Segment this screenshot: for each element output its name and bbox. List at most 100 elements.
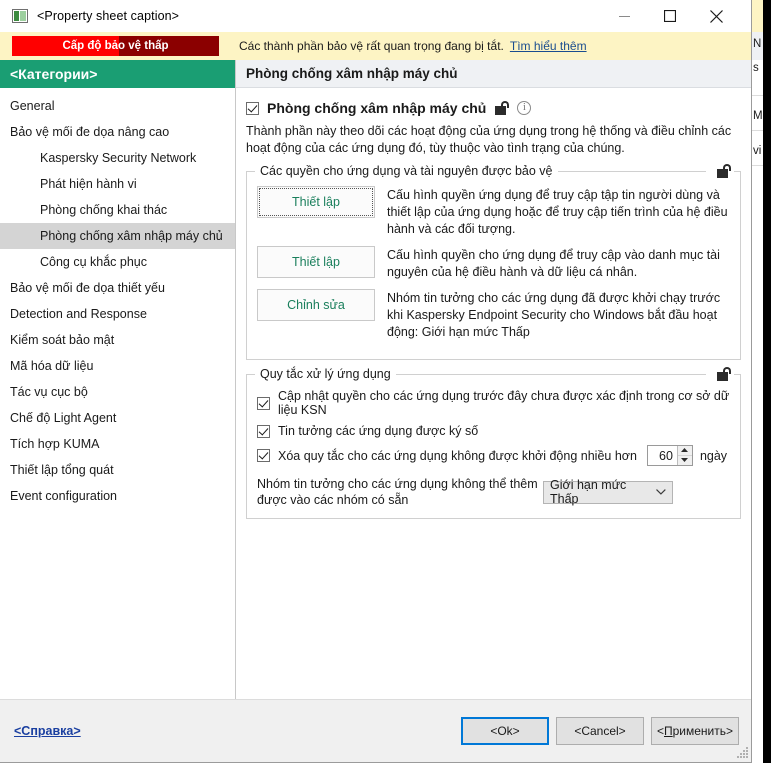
sidebar-item-label: Event configuration [10, 489, 118, 503]
unlocked-padlock-icon[interactable] [495, 101, 510, 115]
background-text-fragment-3: vi [753, 145, 762, 157]
dialog-footer: <Справка> <Ok> <Cancel> < Применить> [0, 699, 751, 762]
categories-list: General Bảo vệ mối đe dọa nâng cao Kaspers… [0, 88, 235, 509]
learn-more-link[interactable]: Tìm hiểu thêm [510, 39, 587, 53]
close-icon [709, 9, 723, 23]
resize-grip-icon[interactable] [736, 747, 749, 760]
delete-stale-rules-label: Xóa quy tắc cho các ứng dụng không được … [278, 448, 637, 463]
sidebar-item-7[interactable]: Bảo vệ mối đe dọa thiết yếu [0, 275, 235, 301]
update-permissions-checkbox[interactable] [257, 396, 270, 410]
permission-row-2: Chỉnh sửa Nhóm tin tưởng cho các ứng dụng… [257, 289, 730, 341]
categories-sidebar: <Категории> General Bảo vệ mối đe dọa nân… [0, 60, 236, 699]
permission-button-1[interactable]: Thiết lập [257, 246, 375, 278]
help-link[interactable]: <Справка> [14, 724, 81, 738]
status-banner: Cấp độ bảo vệ thấp Các thành phần bảo vệ… [0, 32, 751, 60]
sidebar-item-label: Bảo vệ mối đe dọa nâng cao [10, 125, 170, 139]
minimize-icon [618, 15, 630, 17]
sidebar-item-3[interactable]: Phát hiện hành vi [0, 171, 235, 197]
protection-level-badge: Cấp độ bảo vệ thấp [12, 36, 219, 56]
maximize-button[interactable] [647, 0, 693, 32]
sidebar-item-label: Tích hợp KUMA [10, 437, 100, 451]
days-value[interactable]: 60 [648, 446, 677, 465]
rules-groupbox-legend: Quy tắc xử lý ứng dụng [255, 367, 396, 381]
stepper-down-icon[interactable] [678, 456, 692, 466]
maximize-icon [664, 10, 676, 22]
sidebar-item-label: Kaspersky Security Network [40, 151, 197, 165]
sidebar-item-12[interactable]: Chế độ Light Agent [0, 405, 235, 431]
permission-button-0[interactable]: Thiết lập [257, 186, 375, 218]
sidebar-item-13[interactable]: Tích hợp KUMA [0, 431, 235, 457]
rule-checkbox-row-2[interactable]: Xóa quy tắc cho các ứng dụng không được … [257, 445, 730, 466]
permission-row-0: Thiết lập Cấu hình quyền ứng dụng để truy… [257, 186, 730, 238]
sidebar-item-5[interactable]: Phòng chống xâm nhập máy chủ [0, 223, 235, 249]
background-text-fragment-1: s [753, 62, 759, 74]
sidebar-item-label: Phòng chống khai thác [40, 203, 168, 217]
sidebar-item-0[interactable]: General [0, 93, 235, 119]
sidebar-item-label: Bảo vệ mối đe dọa thiết yếu [10, 281, 165, 295]
permissions-groupbox-lock[interactable] [706, 164, 734, 183]
component-description: Thành phần này theo dõi các hoạt động củ… [246, 124, 732, 155]
apply-prefix: < [656, 724, 664, 738]
sidebar-item-label: Phát hiện hành vi [40, 177, 137, 191]
days-unit-label: ngày [699, 448, 728, 463]
enable-component-checkbox[interactable] [246, 101, 259, 115]
delete-stale-rules-checkbox[interactable] [257, 449, 270, 462]
permission-description-1: Cấu hình quyền cho ứng dụng để truy cập … [387, 248, 720, 279]
rule-checkbox-row-1[interactable]: Tin tưởng các ứng dụng được ký số [257, 424, 730, 438]
apply-button[interactable]: < Применить> [651, 717, 739, 745]
sidebar-item-label: Mã hóa dữ liệu [10, 359, 94, 373]
cancel-button[interactable]: <Cancel> [556, 717, 644, 745]
sidebar-item-label: Kiểm soát bảo mật [10, 333, 115, 347]
enable-component-label: Phòng chống xâm nhập máy chủ [267, 100, 487, 116]
permissions-rows: Thiết lập Cấu hình quyền ứng dụng để truy… [257, 186, 730, 341]
sidebar-item-15[interactable]: Event configuration [0, 483, 235, 509]
window-title: <Property sheet caption> [37, 9, 180, 23]
screen-edge [763, 0, 771, 763]
permissions-groupbox-legend: Các quyền cho ứng dụng và tài nguyên đượ… [255, 164, 558, 178]
content-scroll-area: Phòng chống xâm nhập máy chủ i Thành phầ… [236, 88, 751, 699]
trust-group-label: Nhóm tin tưởng cho các ứng dụng không th… [257, 477, 538, 507]
rules-groupbox-lock[interactable] [706, 367, 734, 386]
unlocked-padlock-icon[interactable] [717, 164, 732, 178]
trust-group-row: Nhóm tin tưởng cho các ứng dụng không th… [257, 476, 730, 508]
protection-level-label: Cấp độ bảo vệ thấp [62, 40, 169, 52]
update-permissions-label: Cập nhật quyền cho các ứng dụng trước đâ… [278, 389, 730, 417]
apply-suffix: рименить> [672, 724, 734, 738]
days-stepper-arrows[interactable] [676, 446, 692, 466]
info-circle-icon[interactable]: i [517, 101, 532, 115]
sidebar-item-14[interactable]: Thiết lập tổng quát [0, 457, 235, 483]
unlocked-padlock-icon[interactable] [717, 367, 732, 381]
content-header: Phòng chống xâm nhập máy chủ [236, 60, 751, 88]
dialog-buttons: <Ok> <Cancel> < Применить> [461, 717, 739, 745]
rule-checkbox-row-0[interactable]: Cập nhật quyền cho các ứng dụng trước đâ… [257, 389, 730, 417]
enable-component-row[interactable]: Phòng chống xâm nhập máy chủ i [246, 100, 741, 116]
stepper-up-icon[interactable] [677, 446, 692, 456]
trust-signed-apps-checkbox[interactable] [257, 424, 270, 438]
sidebar-item-label: Thiết lập tổng quát [10, 463, 114, 477]
sidebar-item-2[interactable]: Kaspersky Security Network [0, 145, 235, 171]
content-panel: Phòng chống xâm nhập máy chủ Phòng chống… [236, 60, 751, 699]
sidebar-item-9[interactable]: Kiểm soát bảo mật [0, 327, 235, 353]
sidebar-item-8[interactable]: Detection and Response [0, 301, 235, 327]
sidebar-item-10[interactable]: Mã hóa dữ liệu [0, 353, 235, 379]
sidebar-item-11[interactable]: Tác vụ cục bộ [0, 379, 235, 405]
sidebar-item-label: Phòng chống xâm nhập máy chủ [40, 229, 223, 243]
sidebar-item-1[interactable]: Bảo vệ mối đe dọa nâng cao [0, 119, 235, 145]
apply-accelerator: П [664, 724, 673, 738]
categories-header: <Категории> [0, 60, 235, 88]
ok-button[interactable]: <Ok> [461, 717, 549, 745]
trust-group-value: Giới hạn mức Thấp [550, 478, 627, 506]
chevron-down-icon [656, 489, 666, 495]
sidebar-item-4[interactable]: Phòng chống khai thác [0, 197, 235, 223]
trust-group-select[interactable]: Giới hạn mức Thấp [543, 478, 673, 506]
permission-button-2[interactable]: Chỉnh sửa [257, 289, 375, 321]
sidebar-item-6[interactable]: Công cụ khắc phục [0, 249, 235, 275]
close-button[interactable] [693, 0, 739, 32]
permission-description-0: Cấu hình quyền ứng dụng để truy cập tập … [387, 188, 728, 236]
sidebar-item-label: Chế độ Light Agent [10, 411, 117, 425]
page-title: Phòng chống xâm nhập máy chủ [246, 66, 458, 81]
days-stepper[interactable]: 60 [646, 445, 693, 466]
trust-signed-apps-label: Tin tưởng các ứng dụng được ký số [278, 424, 479, 438]
categories-header-label: <Категории> [10, 66, 98, 82]
minimize-button[interactable] [601, 0, 647, 32]
